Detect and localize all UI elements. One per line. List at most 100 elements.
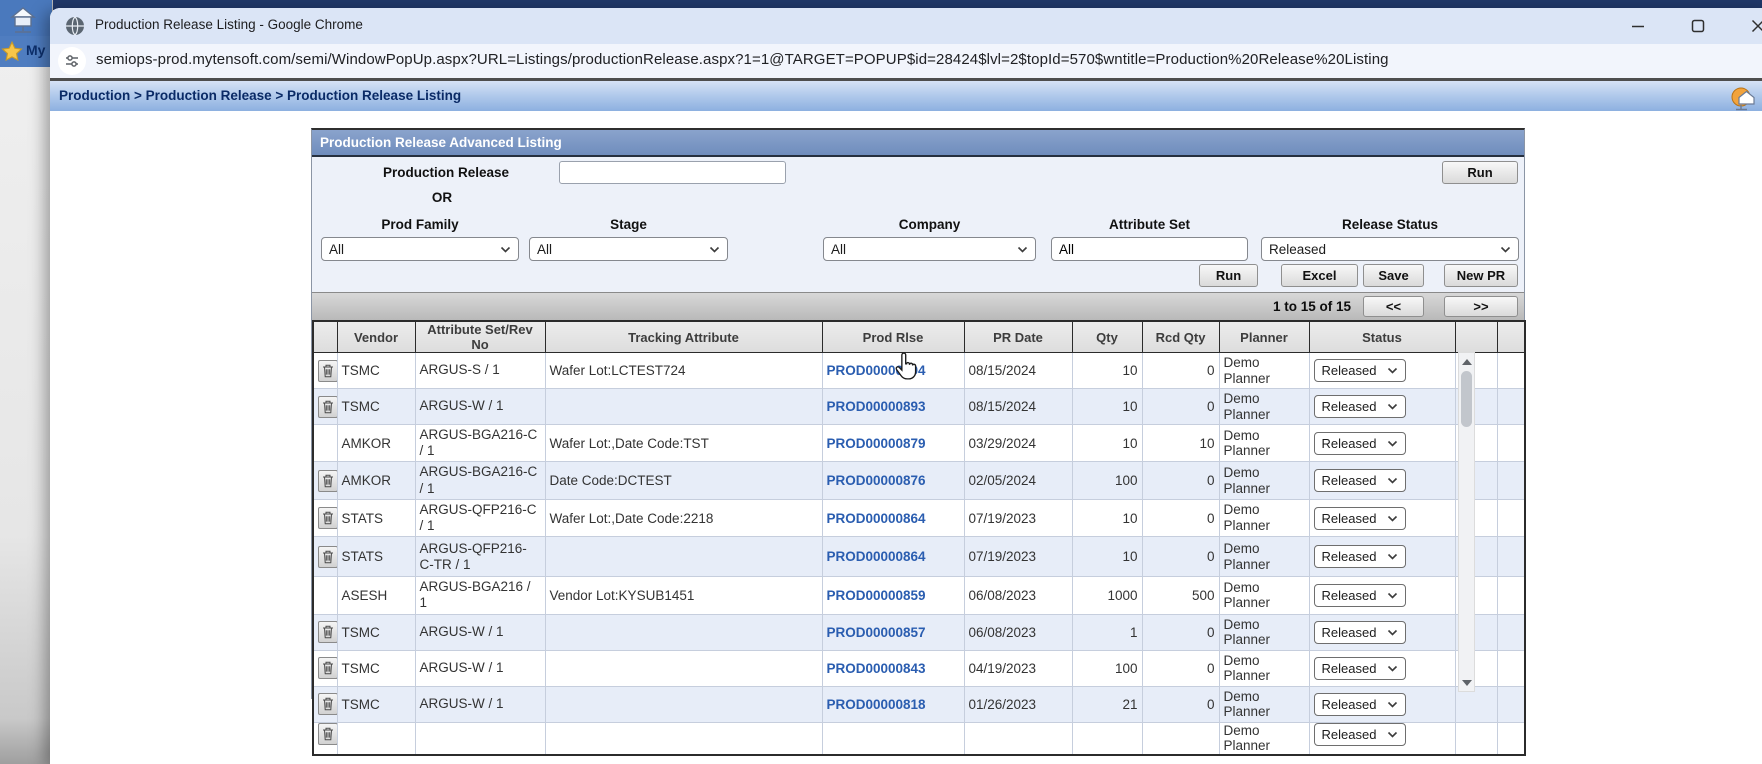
run-button[interactable]: Run: [1199, 264, 1258, 287]
attr-set-cell: ARGUS-QFP216-C-TR / 1: [414, 536, 546, 578]
prod-rlse-link[interactable]: PROD00000893: [827, 399, 926, 414]
breadcrumb[interactable]: Production > Production Release > Produc…: [59, 88, 461, 103]
delete-cell: [312, 721, 338, 756]
prod-rlse-link[interactable]: PROD00000818: [827, 697, 926, 712]
vendor-cell: ASESH: [336, 576, 416, 615]
column-header-attribute-set-rev-no: Attribute Set/Rev No: [414, 320, 546, 353]
window-titlebar[interactable]: Production Release Listing - Google Chro…: [50, 8, 1762, 44]
delete-button[interactable]: [318, 723, 336, 745]
home-icon[interactable]: [1730, 85, 1756, 111]
qty-cell: [1071, 721, 1143, 756]
prod-rlse-link[interactable]: PROD00000843: [827, 661, 926, 676]
status-select[interactable]: Released: [1313, 506, 1406, 530]
trash-icon: [323, 697, 333, 711]
status-select[interactable]: Released: [1313, 395, 1406, 419]
status-select[interactable]: Released: [1313, 620, 1406, 644]
excel-button[interactable]: Excel: [1281, 264, 1358, 287]
status-select[interactable]: Released: [1313, 469, 1406, 493]
status-select[interactable]: Released: [1313, 723, 1406, 746]
page-content: Production Release Advanced Listing Prod…: [50, 111, 1762, 764]
vendor-cell: STATS: [336, 536, 416, 578]
table-header-row: Vendor Attribute Set/Rev No Tracking Attri…: [312, 320, 1526, 353]
favorites-my-label: My: [26, 42, 46, 58]
prod-rlse-link[interactable]: PROD00000859: [827, 588, 926, 603]
status-select[interactable]: Released: [1313, 359, 1406, 383]
delete-cell: [312, 388, 338, 426]
trash-icon: [323, 364, 333, 377]
vendor-cell: TSMC: [336, 613, 416, 651]
status-select[interactable]: Released: [1313, 692, 1406, 716]
new-pr-button[interactable]: New PR: [1444, 264, 1518, 287]
column-header-empty: [1496, 320, 1526, 353]
parent-favorites-row[interactable]: My: [0, 36, 52, 67]
save-button[interactable]: Save: [1363, 264, 1424, 287]
scrollbar-cell: [1496, 685, 1526, 723]
filter-select-prod-family[interactable]: All: [321, 237, 519, 261]
column-header-status: Status: [1308, 320, 1456, 353]
delete-button[interactable]: [318, 693, 336, 716]
tracking-cell: Wafer Lot:LCTEST724: [544, 351, 823, 390]
scrollbar-thumb[interactable]: [1461, 371, 1472, 427]
delete-button[interactable]: [318, 657, 336, 680]
column-header-empty: [1454, 320, 1498, 353]
trash-icon: [323, 661, 333, 675]
prod-rlse-link[interactable]: PROD00000864: [827, 549, 926, 564]
scrollbar-cell: [1496, 721, 1526, 756]
site-settings-button[interactable]: [58, 47, 86, 75]
scrollbar-cell: [1496, 576, 1526, 615]
filter-select-stage[interactable]: All: [529, 237, 728, 261]
table-row: ASESH ARGUS-BGA216 / 1 Vendor Lot:KYSUB145…: [312, 576, 1526, 615]
scroll-down-icon[interactable]: [1459, 675, 1474, 690]
filter-input-attribute-set[interactable]: [1051, 237, 1248, 261]
table-scrollbar[interactable]: [1458, 352, 1475, 692]
prod-rlse-cell: PROD00000864: [821, 536, 965, 578]
previous-page-button[interactable]: <<: [1363, 296, 1424, 317]
planner-cell: Demo Planner: [1218, 388, 1310, 426]
attr-set-cell: ARGUS-W / 1: [414, 613, 546, 651]
breadcrumb-bar: Production > Production Release > Produc…: [50, 78, 1762, 111]
delete-button[interactable]: [318, 545, 336, 568]
vendor-cell: [336, 721, 416, 756]
or-label: OR: [431, 190, 453, 205]
delete-button[interactable]: [318, 395, 336, 418]
url-bar[interactable]: semiops-prod.mytensoft.com/semi/WindowPo…: [50, 44, 1762, 79]
prod-rlse-link[interactable]: PROD00000857: [827, 625, 926, 640]
prod-rlse-link[interactable]: PROD00000876: [827, 473, 926, 488]
prod-rlse-link[interactable]: PROD00000879: [827, 436, 926, 451]
filter-label-company: Company: [898, 217, 961, 232]
delete-button[interactable]: [318, 469, 336, 492]
address-url[interactable]: semiops-prod.mytensoft.com/semi/WindowPo…: [96, 51, 1389, 68]
scrollbar-cell: [1496, 461, 1526, 500]
close-button[interactable]: [1746, 14, 1762, 38]
filter-select-company[interactable]: All: [823, 237, 1036, 261]
prod-rlse-link[interactable]: PROD00000864: [827, 511, 926, 526]
rcd-qty-cell: 0: [1141, 351, 1220, 390]
delete-button[interactable]: [318, 359, 336, 382]
pr-date-cell: [963, 721, 1073, 756]
next-page-button[interactable]: >>: [1444, 296, 1518, 317]
delete-cell: [312, 536, 338, 578]
trash-icon: [323, 474, 333, 487]
status-select[interactable]: Released: [1313, 545, 1406, 569]
delete-button[interactable]: [318, 507, 336, 529]
maximize-button[interactable]: [1686, 14, 1710, 38]
production-release-input[interactable]: [559, 161, 786, 184]
minimize-button[interactable]: [1626, 14, 1650, 38]
prod-rlse-cell: PROD00000818: [821, 685, 965, 723]
filter-select-release-status[interactable]: Released: [1261, 237, 1519, 261]
attr-set-cell: ARGUS-W / 1: [414, 388, 546, 426]
status-select[interactable]: Released: [1313, 431, 1406, 455]
qty-cell: 10: [1071, 498, 1143, 538]
rcd-qty-cell: 0: [1141, 649, 1220, 687]
page-globe-icon: [66, 16, 84, 36]
status-select[interactable]: Released: [1313, 583, 1406, 607]
pagination-range: 1 to 15 of 15: [1272, 299, 1351, 314]
rcd-qty-cell: 0: [1141, 685, 1220, 723]
selected-value: All: [329, 241, 345, 257]
status-select[interactable]: Released: [1313, 656, 1406, 680]
scroll-up-icon[interactable]: [1459, 354, 1474, 369]
prod-rlse-link[interactable]: PROD00000894: [827, 363, 926, 378]
run-button-top[interactable]: Run: [1442, 161, 1518, 184]
scrollbar-cell: [1496, 613, 1526, 651]
delete-button[interactable]: [318, 621, 336, 644]
